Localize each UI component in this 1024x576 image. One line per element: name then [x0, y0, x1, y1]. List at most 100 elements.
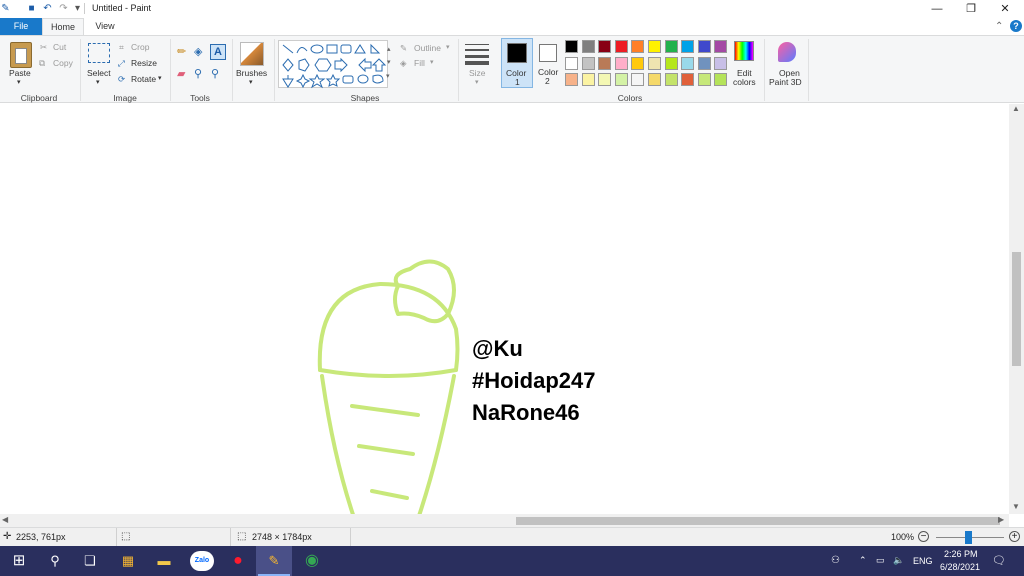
clock-date[interactable]: 6/28/2021 — [940, 562, 980, 572]
palette-swatch[interactable] — [581, 56, 595, 70]
scroll-left-icon[interactable]: ◀ — [2, 515, 8, 524]
language-indicator[interactable]: ENG — [913, 556, 933, 566]
palette-swatch[interactable] — [598, 56, 612, 70]
paint3d-icon[interactable] — [778, 42, 796, 62]
palette-swatch[interactable] — [648, 56, 661, 70]
scroll-down-icon[interactable]: ▼ — [1012, 502, 1020, 511]
palette-swatch[interactable] — [631, 56, 645, 70]
vertical-scroll-thumb[interactable] — [1012, 252, 1021, 366]
resize-icon[interactable]: ⤢ — [118, 58, 125, 69]
shapes-scroll-down-icon[interactable]: ▾ — [387, 58, 391, 66]
crop-icon[interactable]: ⌗ — [119, 42, 124, 53]
palette-swatch[interactable] — [614, 73, 628, 86]
shapes-scroll-up-icon[interactable]: ▴ — [387, 45, 391, 53]
cut-icon[interactable]: ✂ — [40, 42, 47, 53]
fill-dropdown-icon[interactable]: ▾ — [430, 58, 434, 66]
file-explorer-icon[interactable]: ▬ — [153, 551, 175, 571]
paste-dropdown-icon[interactable]: ▾ — [17, 78, 21, 86]
palette-swatch[interactable] — [648, 73, 661, 86]
tab-file[interactable]: File — [0, 18, 42, 35]
store-app-icon[interactable]: ▦ — [117, 551, 139, 571]
outline-icon[interactable]: ✎ — [400, 43, 407, 54]
battery-icon[interactable]: ▭ — [876, 555, 885, 566]
notifications-icon[interactable]: 🗨 — [992, 554, 1006, 567]
palette-swatch[interactable] — [697, 40, 711, 53]
palette-swatch[interactable] — [664, 56, 678, 70]
undo-icon[interactable]: ↶ — [42, 3, 53, 14]
scroll-up-icon[interactable]: ▲ — [1012, 104, 1020, 113]
paste-button[interactable]: Paste — [9, 68, 31, 78]
rotate-icon[interactable]: ⟳ — [118, 74, 125, 85]
select-button[interactable]: Select — [87, 68, 111, 78]
palette-swatch[interactable] — [664, 40, 678, 53]
people-icon[interactable]: ⚇ — [831, 555, 840, 566]
paint-taskbar-active[interactable]: ✎ — [256, 546, 292, 576]
size-icon[interactable] — [465, 42, 489, 65]
outline-button[interactable]: Outline — [414, 43, 441, 53]
brushes-button[interactable]: Brushes — [236, 68, 267, 78]
fill-bucket-icon[interactable]: ◈ — [194, 45, 202, 58]
fill-button[interactable]: Fill — [414, 58, 425, 68]
palette-swatch[interactable] — [565, 56, 578, 70]
fill-icon[interactable]: ◈ — [400, 58, 407, 69]
task-view-icon[interactable]: ❏ — [79, 551, 101, 571]
tab-home[interactable]: Home — [42, 18, 84, 35]
palette-swatch[interactable] — [631, 40, 645, 53]
palette-swatch[interactable] — [565, 40, 578, 53]
copy-icon[interactable]: ⧉ — [39, 58, 45, 69]
rotate-button[interactable]: Rotate — [131, 74, 156, 84]
redo-icon[interactable]: ↷ — [58, 3, 69, 14]
tab-view[interactable]: View — [84, 18, 126, 35]
maximize-button[interactable]: ❐ — [954, 0, 988, 18]
size-button[interactable]: Size — [469, 68, 486, 78]
help-icon[interactable]: ? — [1010, 20, 1022, 32]
cut-button[interactable]: Cut — [53, 42, 66, 52]
palette-swatch[interactable] — [664, 73, 678, 86]
pencil-icon[interactable]: ✏ — [177, 45, 186, 58]
palette-swatch[interactable] — [598, 73, 612, 86]
zoom-slider-thumb[interactable] — [965, 531, 972, 544]
show-hidden-icons[interactable]: ⌃ — [859, 555, 867, 566]
palette-swatch[interactable] — [681, 40, 695, 53]
palette-swatch[interactable] — [681, 56, 695, 70]
zoom-out-icon[interactable]: − — [918, 531, 929, 542]
palette-swatch[interactable] — [581, 40, 595, 53]
paste-icon[interactable] — [10, 42, 32, 68]
zalo-icon[interactable]: Zalo — [190, 551, 214, 571]
palette-swatch[interactable] — [565, 73, 578, 86]
brushes-icon[interactable] — [240, 42, 264, 66]
rotate-dropdown-icon[interactable]: ▾ — [158, 74, 162, 82]
palette-swatch[interactable] — [581, 73, 595, 86]
opera-icon[interactable]: ● — [227, 551, 249, 571]
shapes-more-icon[interactable]: ▾ — [386, 72, 390, 80]
chrome-icon[interactable]: ◉ — [301, 551, 323, 571]
volume-icon[interactable]: 🔈 — [893, 555, 904, 566]
horizontal-scrollbar[interactable]: ◀ ▶ — [0, 514, 1009, 527]
resize-button[interactable]: Resize — [131, 58, 157, 68]
select-icon[interactable] — [88, 43, 110, 63]
edit-colors-label-2[interactable]: colors — [733, 77, 756, 87]
palette-swatch[interactable] — [697, 73, 711, 86]
palette-swatch[interactable] — [648, 40, 661, 53]
paint-app-icon[interactable]: ✎ — [0, 3, 11, 14]
size-dropdown-icon[interactable]: ▾ — [475, 78, 479, 86]
palette-swatch[interactable] — [714, 56, 728, 70]
palette-swatch[interactable] — [631, 73, 645, 86]
color2-selector[interactable]: Color 2 — [534, 38, 564, 88]
shapes-gallery-icons[interactable] — [279, 41, 389, 89]
brushes-dropdown-icon[interactable]: ▾ — [249, 78, 253, 86]
search-icon[interactable]: ⚲ — [44, 551, 66, 571]
palette-swatch[interactable] — [614, 56, 628, 70]
horizontal-scroll-thumb[interactable] — [516, 517, 1000, 525]
save-icon[interactable]: ■ — [26, 3, 37, 14]
edit-colors-icon[interactable] — [734, 41, 754, 61]
minimize-button[interactable]: — — [920, 0, 954, 18]
select-dropdown-icon[interactable]: ▾ — [96, 78, 100, 86]
palette-swatch[interactable] — [598, 40, 612, 53]
close-button[interactable]: ✕ — [988, 0, 1022, 18]
windows-start-icon[interactable]: ⊞ — [8, 551, 30, 571]
color-picker-icon[interactable]: ⚲ — [194, 67, 202, 80]
color1-selector[interactable]: Color 1 — [501, 38, 533, 88]
crop-button[interactable]: Crop — [131, 42, 149, 52]
collapse-ribbon-icon[interactable]: ⌃ — [995, 21, 1003, 32]
